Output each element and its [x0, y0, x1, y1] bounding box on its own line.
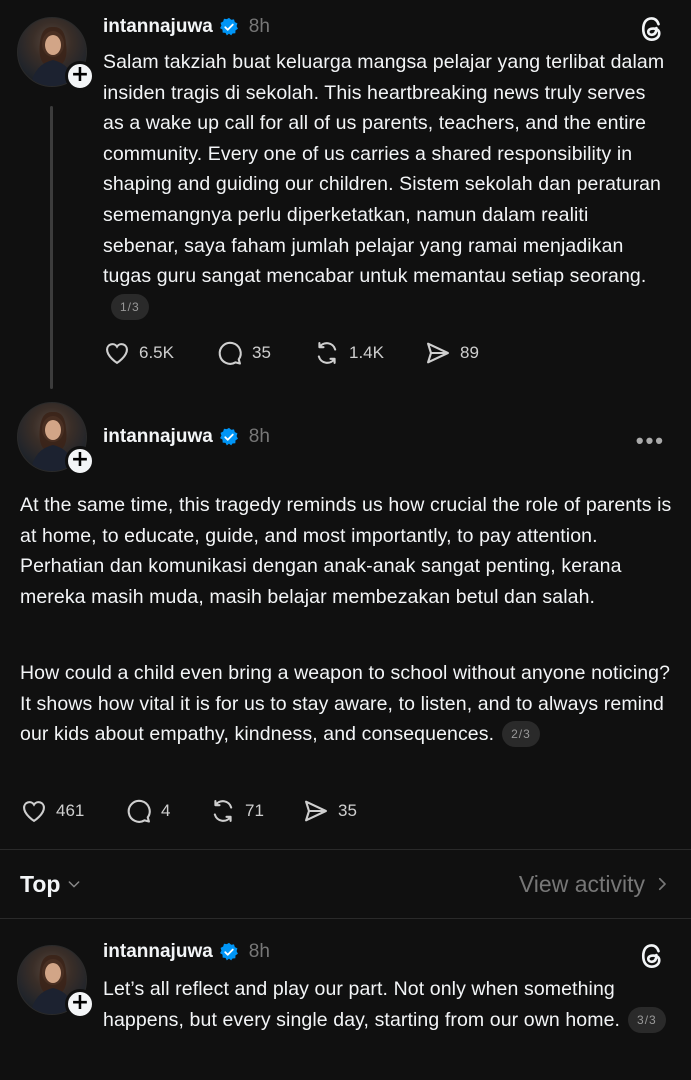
thread-post-1: + intannajuwa 8h Salam takziah buat kelu…	[0, 0, 691, 390]
repost-count: 71	[245, 801, 264, 820]
thread-counter-badge: 3/3	[628, 1006, 666, 1033]
heart-icon	[23, 801, 45, 823]
thread-counter-badge: 1/3	[111, 293, 149, 320]
view-activity-label: View activity	[518, 870, 645, 897]
follow-plus-icon[interactable]: +	[65, 446, 95, 476]
verified-badge-icon	[219, 427, 238, 446]
like-button[interactable]: 461	[20, 797, 125, 825]
send-icon	[305, 800, 327, 822]
post-time: 8h	[248, 426, 270, 447]
reply-count: 35	[252, 343, 271, 362]
heart-icon	[106, 343, 128, 365]
avatar-wrap: +	[17, 402, 95, 476]
repost-button[interactable]: 1.4K	[313, 339, 424, 367]
share-button[interactable]: 35	[302, 797, 357, 825]
post-header: intannajuwa 8h	[103, 426, 270, 448]
share-count: 89	[460, 343, 479, 362]
paragraph-2-content: How could a child even bring a weapon to…	[20, 662, 671, 746]
thread-post-2: + intannajuwa 8h	[0, 390, 691, 850]
comment-icon	[127, 799, 151, 823]
avatar-wrap: +	[17, 945, 95, 1019]
username[interactable]: intannajuwa	[103, 16, 213, 38]
avatar-wrap: +	[17, 17, 95, 91]
post-time: 8h	[248, 941, 270, 962]
replies-sort-bar: Top View activity	[20, 862, 671, 906]
post-actions: 6.5K 35 1.4K 89	[103, 339, 479, 367]
threads-logo-icon[interactable]	[637, 14, 667, 44]
repost-button[interactable]: 71	[209, 797, 302, 825]
post-time: 8h	[248, 16, 270, 37]
sort-dropdown[interactable]: Top	[20, 871, 82, 898]
view-activity-link[interactable]: View activity	[519, 871, 671, 898]
divider	[0, 849, 691, 850]
post-header: intannajuwa 8h	[103, 16, 270, 38]
thread-connector	[50, 106, 53, 389]
like-button[interactable]: 6.5K	[103, 339, 216, 367]
username[interactable]: intannajuwa	[103, 426, 213, 448]
verified-badge-icon	[219, 17, 238, 36]
post-text-content: Salam takziah buat keluarga mangsa pelaj…	[103, 51, 665, 288]
thread-counter-badge: 2/3	[502, 721, 540, 748]
like-count: 461	[56, 801, 85, 820]
thread-post-3: + intannajuwa 8h Let’s all reflect and p…	[0, 919, 691, 1080]
post-actions: 461 4 71 35	[20, 797, 357, 825]
share-count: 35	[338, 801, 357, 820]
like-count: 6.5K	[139, 343, 174, 362]
more-options-icon[interactable]: •••	[636, 428, 665, 454]
threads-logo-icon[interactable]	[637, 941, 667, 971]
post-text: Salam takziah buat keluarga mangsa pelaj…	[103, 47, 669, 322]
post-text: Let’s all reflect and play our part. Not…	[103, 974, 669, 1035]
verified-badge-icon	[219, 942, 238, 961]
reply-count: 4	[161, 801, 171, 820]
repost-icon	[317, 342, 337, 364]
repost-icon	[213, 800, 233, 822]
post-header: intannajuwa 8h	[103, 941, 270, 963]
username[interactable]: intannajuwa	[103, 941, 213, 963]
sort-label: Top	[20, 870, 61, 897]
chevron-down-icon	[69, 881, 80, 888]
follow-plus-icon[interactable]: +	[65, 989, 95, 1019]
reply-button[interactable]: 4	[125, 797, 209, 825]
chevron-right-icon	[658, 877, 666, 891]
comment-icon	[218, 341, 242, 365]
paragraph-1-content: At the same time, this tragedy reminds u…	[20, 494, 672, 608]
post-text-paragraph-2: How could a child even bring a weapon to…	[20, 658, 680, 750]
follow-plus-icon[interactable]: +	[65, 61, 95, 91]
send-icon	[427, 342, 449, 364]
post-text-paragraph-1: At the same time, this tragedy reminds u…	[20, 490, 680, 612]
repost-count: 1.4K	[349, 343, 384, 362]
share-button[interactable]: 89	[424, 339, 479, 367]
post-text-content: Let’s all reflect and play our part. Not…	[103, 978, 621, 1031]
reply-button[interactable]: 35	[216, 339, 313, 367]
